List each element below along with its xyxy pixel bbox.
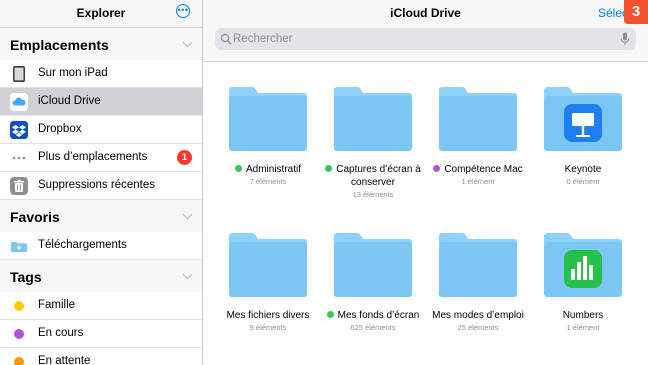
- item-name: Compétence Mac: [444, 164, 523, 175]
- folder-icon: [439, 87, 517, 151]
- item-count: 25 éléments: [457, 323, 499, 332]
- tag-color-dot: [14, 329, 24, 339]
- item-count: 1 élément: [566, 323, 600, 332]
- item-count: 9 éléments: [249, 323, 287, 332]
- folder-item-fichiers-divers[interactable]: Mes fichiers divers 9 éléments: [216, 232, 320, 332]
- ellipsis-icon: [12, 156, 26, 160]
- item-count: 1 élément: [461, 177, 495, 186]
- folder-item-keynote[interactable]: Keynote 0 élément: [531, 86, 635, 186]
- downloads-folder-icon: [11, 242, 27, 252]
- section-tags-header[interactable]: Tags: [0, 260, 202, 292]
- chevron-down-icon: [182, 269, 193, 280]
- main-header: iCloud Drive Sélectionner 3: [203, 0, 648, 27]
- microphone-icon[interactable]: [620, 32, 630, 46]
- sidebar-item-label: Suppressions récentes: [38, 179, 155, 191]
- item-count: 625 éléments: [350, 323, 396, 332]
- sidebar-item-label: Dropbox: [38, 123, 82, 135]
- item-name: Mes fonds d’écran: [337, 310, 420, 321]
- section-favorites-header[interactable]: Favoris: [0, 200, 202, 232]
- icloud-icon: [10, 93, 28, 111]
- page-title: iCloud Drive: [390, 6, 461, 20]
- item-name: Mes modes d’emploi: [432, 310, 524, 321]
- step-number-badge: 3: [624, 0, 648, 24]
- search-bar: [203, 27, 648, 62]
- numbers-folder-icon: [544, 233, 622, 297]
- folder-item-administratif[interactable]: Administratif 7 éléments: [216, 86, 320, 186]
- folder-icon: [229, 87, 307, 151]
- sidebar-item-downloads[interactable]: Téléchargements: [0, 232, 202, 260]
- sidebar-header: Explorer •••: [0, 0, 202, 28]
- sidebar-item-label: Plus d’emplacements: [38, 151, 148, 163]
- tag-dot: [325, 165, 333, 172]
- dropbox-icon: [10, 121, 28, 139]
- sidebar-item-recently-deleted[interactable]: Suppressions récentes: [0, 172, 202, 200]
- item-name: Keynote: [564, 164, 602, 175]
- folder-item-fonds-ecran[interactable]: Mes fonds d’écran 625 éléments: [321, 232, 425, 332]
- trash-icon: [10, 177, 28, 195]
- item-name: Numbers: [562, 310, 604, 321]
- search-input[interactable]: [233, 28, 593, 50]
- tag-color-dot: [14, 301, 24, 311]
- section-favorites-title: Favoris: [10, 209, 60, 225]
- sidebar-item-label: En attente: [38, 355, 91, 365]
- section-locations-header[interactable]: Emplacements: [0, 28, 202, 60]
- sidebar-item-tag-en-attente[interactable]: En attente: [0, 348, 202, 365]
- search-field[interactable]: [215, 28, 636, 50]
- tag-dot: [326, 311, 334, 318]
- tag-dot: [234, 165, 242, 172]
- notification-badge: 1: [177, 150, 192, 165]
- sidebar-item-dropbox[interactable]: Dropbox: [0, 116, 202, 144]
- sidebar-item-icloud-drive[interactable]: iCloud Drive: [0, 88, 202, 116]
- folder-icon: [439, 233, 517, 297]
- tag-dot: [433, 165, 441, 172]
- sidebar-item-tag-en-cours[interactable]: En cours: [0, 320, 202, 348]
- keynote-folder-icon: [544, 87, 622, 151]
- chevron-down-icon: [182, 209, 193, 220]
- search-icon: [220, 33, 232, 45]
- sidebar-item-label: Téléchargements: [38, 239, 127, 251]
- folder-icon: [334, 87, 412, 151]
- sidebar-item-on-my-ipad[interactable]: Sur mon iPad: [0, 60, 202, 88]
- item-name-line1: Captures d’écran à: [336, 164, 421, 175]
- folder-icon: [229, 233, 307, 297]
- main-pane: iCloud Drive Sélectionner 3 Admi: [203, 0, 648, 365]
- item-name: Administratif: [245, 164, 301, 175]
- tag-color-dot: [14, 357, 24, 365]
- sidebar-item-label: Famille: [38, 299, 76, 311]
- item-count: 0 élément: [566, 177, 600, 186]
- item-count: 7 éléments: [249, 177, 287, 186]
- item-count: 13 éléments: [352, 190, 394, 199]
- section-locations-title: Emplacements: [10, 37, 109, 53]
- folder-item-numbers[interactable]: Numbers 1 élément: [531, 232, 635, 332]
- folder-item-competence-mac[interactable]: Compétence Mac 1 élément: [426, 86, 530, 186]
- sidebar-item-label: Sur mon iPad: [38, 67, 108, 79]
- folder-icon: [334, 233, 412, 297]
- sidebar-item-more-locations[interactable]: Plus d’emplacements 1: [0, 144, 202, 172]
- sidebar-title: Explorer: [76, 6, 126, 20]
- section-tags-title: Tags: [10, 269, 42, 285]
- item-name-line2: conserver: [351, 177, 395, 188]
- folder-item-captures[interactable]: Captures d’écran à conserver 13 éléments: [321, 86, 425, 199]
- chevron-down-icon: [182, 37, 193, 48]
- more-options-icon[interactable]: •••: [176, 4, 190, 18]
- sidebar-item-tag-famille[interactable]: Famille: [0, 292, 202, 320]
- ipad-icon: [13, 66, 25, 82]
- folder-item-modes-emploi[interactable]: Mes modes d’emploi 25 éléments: [426, 232, 530, 332]
- sidebar-item-label: iCloud Drive: [38, 95, 101, 107]
- item-name: Mes fichiers divers: [226, 310, 310, 321]
- sidebar-item-label: En cours: [38, 327, 84, 339]
- sidebar: Explorer ••• Emplacements Sur mon iPad i…: [0, 0, 203, 365]
